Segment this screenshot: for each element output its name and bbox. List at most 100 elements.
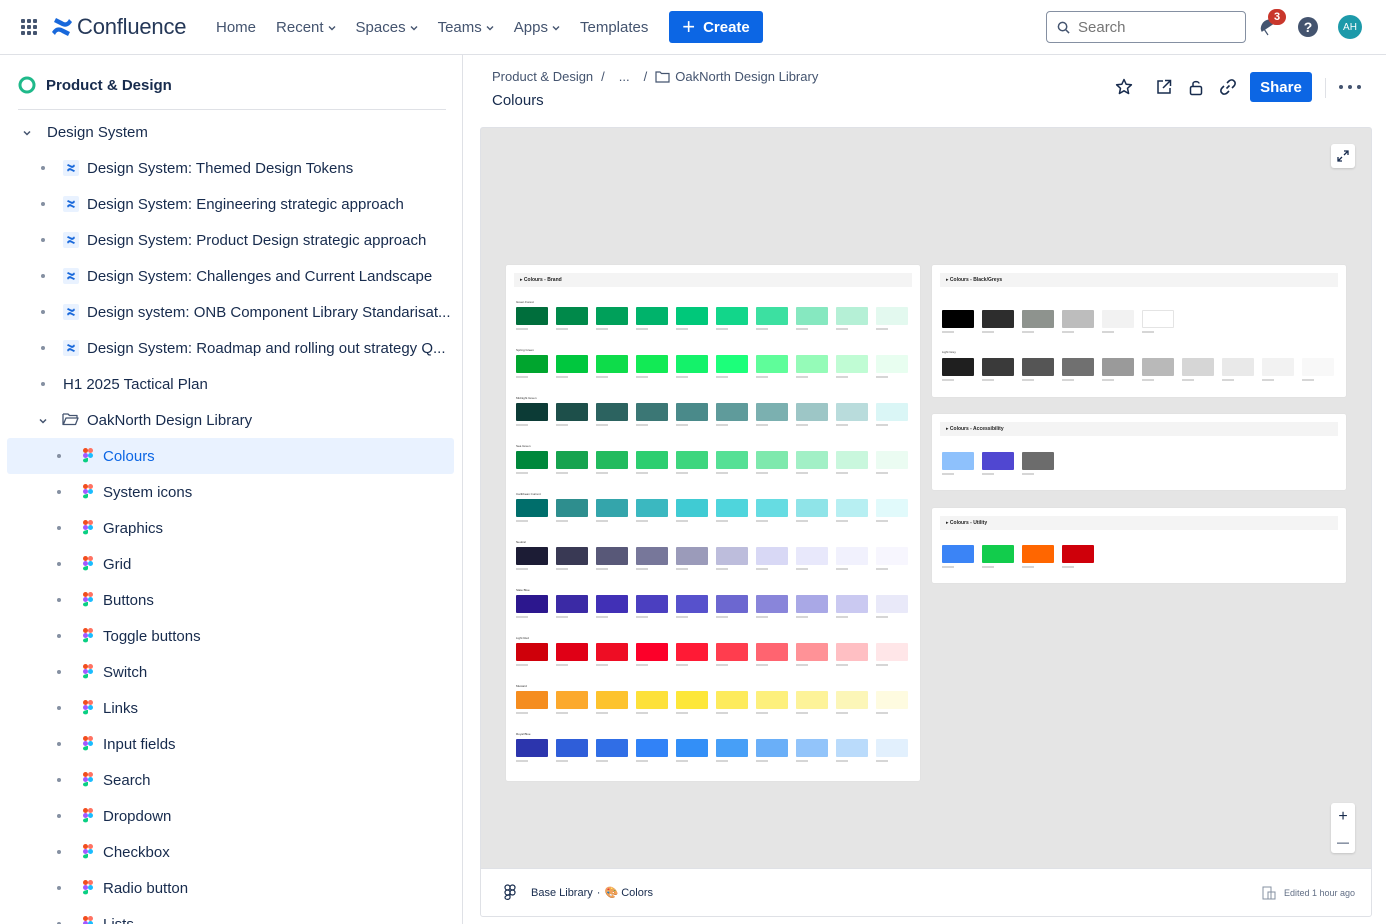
swatch-label xyxy=(596,712,608,714)
figma-icon xyxy=(80,664,96,680)
tree-item-label: Graphics xyxy=(103,519,164,537)
color-swatch xyxy=(636,499,668,517)
tree-item-label: Design System: Roadmap and rolling out s… xyxy=(87,339,446,357)
chevron-down-icon[interactable] xyxy=(37,414,49,426)
color-swatch xyxy=(716,307,748,325)
tree-item-buttons[interactable]: Buttons xyxy=(0,582,462,618)
more-actions-icon[interactable] xyxy=(1339,78,1361,96)
color-swatch xyxy=(982,358,1014,376)
color-swatch xyxy=(836,403,868,421)
color-row-label: Sea Green xyxy=(516,444,531,448)
search-box[interactable] xyxy=(1046,11,1246,43)
tree-item-design-system-roadmap-and-rolling-out-strategy-q[interactable]: Design System: Roadmap and rolling out s… xyxy=(0,330,462,366)
confluence-page-icon xyxy=(63,160,79,176)
share-button[interactable]: Share xyxy=(1250,72,1312,102)
color-swatch xyxy=(716,355,748,373)
tree-item-label: Design System: Engineering strategic app… xyxy=(87,195,404,213)
tree-item-oaknorth-design-library[interactable]: OakNorth Design Library xyxy=(0,402,462,438)
tree-item-design-system-engineering-strategic-approach[interactable]: Design System: Engineering strategic app… xyxy=(0,186,462,222)
unlock-icon[interactable] xyxy=(1184,75,1208,99)
notification-count-badge: 3 xyxy=(1268,9,1286,25)
nav-item-home[interactable]: Home xyxy=(216,19,256,36)
tree-item-toggle-buttons[interactable]: Toggle buttons xyxy=(0,618,462,654)
open-external-icon[interactable] xyxy=(1152,75,1176,99)
tree-item-colours[interactable]: Colours xyxy=(7,438,454,474)
color-swatch xyxy=(796,355,828,373)
swatch-label xyxy=(876,472,888,474)
tree-item-lists[interactable]: Lists xyxy=(0,906,462,924)
nav-item-spaces[interactable]: Spaces xyxy=(356,19,418,36)
figma-icon xyxy=(80,844,96,860)
tree-item-graphics[interactable]: Graphics xyxy=(0,510,462,546)
tree-item-system-icons[interactable]: System icons xyxy=(0,474,462,510)
create-button[interactable]: + Create xyxy=(669,11,763,43)
swatch-label xyxy=(756,712,768,714)
tree-item-dropdown[interactable]: Dropdown xyxy=(0,798,462,834)
tree-item-design-system-product-design-strategic-approach[interactable]: Design System: Product Design strategic … xyxy=(0,222,462,258)
color-swatch xyxy=(596,691,628,709)
breadcrumb-ellipsis[interactable]: ... xyxy=(619,69,630,84)
color-swatch xyxy=(756,451,788,469)
color-swatch xyxy=(836,499,868,517)
chevron-down-icon[interactable] xyxy=(21,126,33,138)
swatch-label xyxy=(596,616,608,618)
confluence-logo[interactable]: Confluence xyxy=(51,14,187,40)
color-swatch xyxy=(676,451,708,469)
sidebar-divider xyxy=(18,109,446,110)
tree-item-checkbox[interactable]: Checkbox xyxy=(0,834,462,870)
tree-item-links[interactable]: Links xyxy=(0,690,462,726)
swatch-label xyxy=(876,424,888,426)
figma-icon xyxy=(80,916,96,924)
tree-item-h1-2025-tactical-plan[interactable]: H1 2025 Tactical Plan xyxy=(0,366,462,402)
color-swatch xyxy=(756,595,788,613)
greys-colours-panel: ▸ Colours - Black/Greys Light Grey xyxy=(932,265,1346,397)
zoom-in-button[interactable]: + xyxy=(1338,808,1347,826)
color-swatch xyxy=(676,403,708,421)
swatch-label xyxy=(716,376,728,378)
color-swatch xyxy=(596,307,628,325)
tree-item-label: Dropdown xyxy=(103,807,172,825)
help-icon[interactable]: ? xyxy=(1298,17,1318,37)
color-swatch xyxy=(876,403,908,421)
embed-page-name[interactable]: 🎨 Colors xyxy=(604,886,653,899)
nav-item-templates[interactable]: Templates xyxy=(580,19,648,36)
zoom-out-button[interactable]: — xyxy=(1337,835,1349,849)
tree-item-input-fields[interactable]: Input fields xyxy=(0,726,462,762)
breadcrumb-space[interactable]: Product & Design xyxy=(492,69,593,84)
nav-item-teams[interactable]: Teams xyxy=(438,19,494,36)
figma-canvas[interactable]: ▸ Colours - Brand Green Forest Spring Gree… xyxy=(481,128,1371,868)
tree-item-switch[interactable]: Switch xyxy=(0,654,462,690)
swatch-label xyxy=(1142,379,1154,381)
tree-item-grid[interactable]: Grid xyxy=(0,546,462,582)
nav-item-apps[interactable]: Apps xyxy=(514,19,560,36)
star-icon[interactable] xyxy=(1112,75,1136,99)
swatch-label xyxy=(516,328,528,330)
space-header[interactable]: Product & Design xyxy=(18,76,172,94)
app-switcher-icon[interactable] xyxy=(21,19,37,35)
copy-link-icon[interactable] xyxy=(1216,75,1240,99)
tree-item-search[interactable]: Search xyxy=(0,762,462,798)
swatch-label xyxy=(636,712,648,714)
tree-item-design-system-challenges-and-current-landscape[interactable]: Design System: Challenges and Current La… xyxy=(0,258,462,294)
nav-item-recent[interactable]: Recent xyxy=(276,19,336,36)
nav-item-label: Teams xyxy=(437,19,482,36)
tree-item-design-system-themed-design-tokens[interactable]: Design System: Themed Design Tokens xyxy=(0,150,462,186)
color-row-label: Caribbean Current xyxy=(516,492,541,496)
color-swatch xyxy=(796,403,828,421)
figma-embed[interactable]: ▸ Colours - Brand Green Forest Spring Gree… xyxy=(480,127,1372,917)
embed-footer: Base Library · 🎨 Colors Edited 1 hour ag… xyxy=(481,868,1371,916)
embed-file-name[interactable]: Base Library xyxy=(531,887,593,899)
tree-item-design-system[interactable]: Design System xyxy=(0,114,462,150)
breadcrumb-folder[interactable]: OakNorth Design Library xyxy=(675,69,818,84)
tree-item-radio-button[interactable]: Radio button xyxy=(0,870,462,906)
figma-icon xyxy=(80,592,96,608)
user-avatar[interactable]: AH xyxy=(1338,15,1362,39)
color-swatch xyxy=(836,739,868,757)
nav-item-label: Spaces xyxy=(355,19,406,36)
chevron-down-icon xyxy=(486,25,494,30)
search-input[interactable] xyxy=(1078,18,1228,36)
swatch-label xyxy=(636,376,648,378)
color-swatch xyxy=(516,451,548,469)
color-swatch xyxy=(636,307,668,325)
tree-item-design-system-onb-component-library-standarisat[interactable]: Design system: ONB Component Library Sta… xyxy=(0,294,462,330)
